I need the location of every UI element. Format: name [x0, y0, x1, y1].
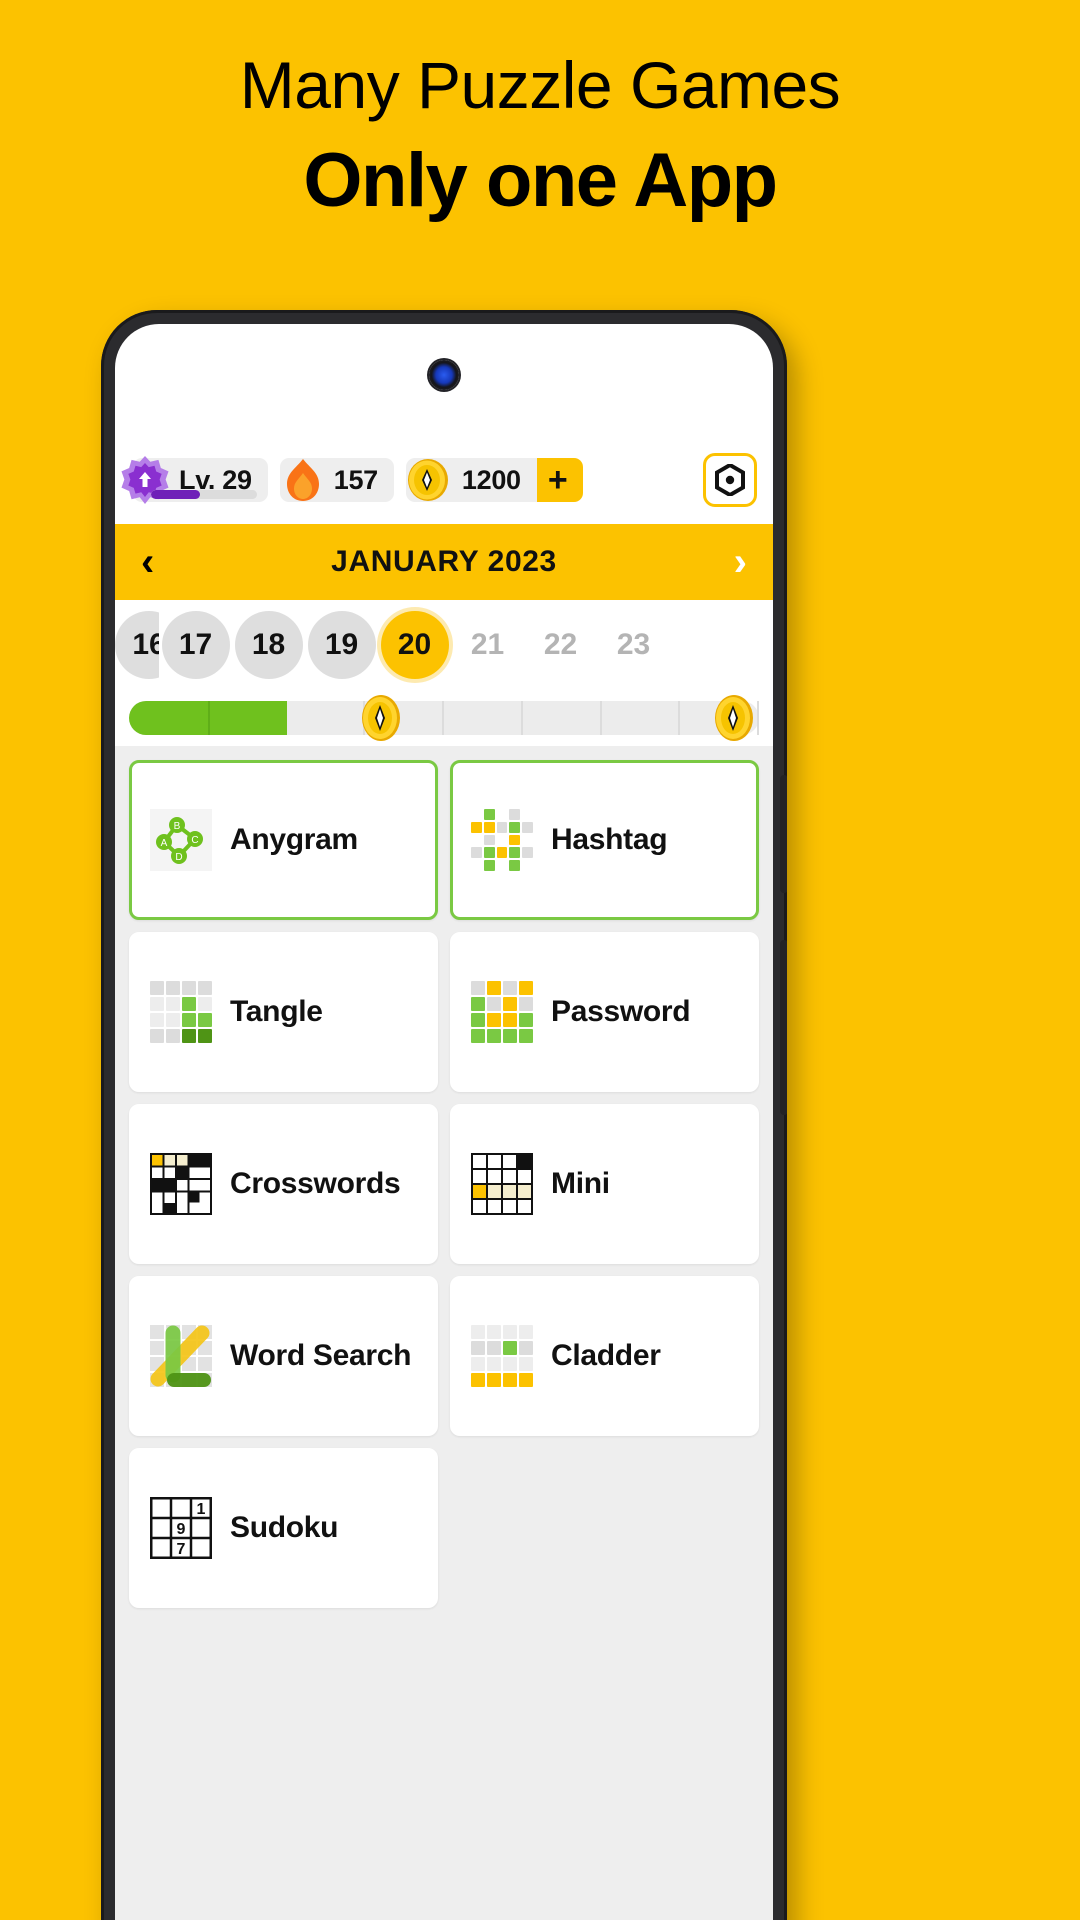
anygram-icon: BC AD	[150, 809, 212, 871]
svg-text:A: A	[161, 838, 168, 849]
headline-line-2: Only one App	[303, 138, 778, 223]
progress-segment	[287, 701, 366, 735]
game-card-label: Anygram	[230, 823, 358, 856]
game-card[interactable]: 1 9 7 Sudoku	[129, 1448, 438, 1608]
month-title: JANUARY 2023	[331, 545, 557, 578]
game-card[interactable]: Cladder	[450, 1276, 759, 1436]
day-label: 21	[470, 628, 505, 661]
progress-segment	[602, 701, 681, 735]
gear-hex-icon	[715, 464, 745, 496]
day-cell[interactable]: 16	[115, 610, 159, 680]
game-card-label: Mini	[551, 1167, 610, 1200]
cladder-icon	[471, 1325, 533, 1387]
svg-text:9: 9	[177, 1521, 186, 1538]
day-cell[interactable]: 21	[451, 610, 524, 680]
promo-headline: Many Puzzle Games Only one App	[0, 52, 1080, 222]
front-camera-icon	[429, 360, 459, 390]
game-card-label: Cladder	[551, 1339, 661, 1372]
day-label: 18	[234, 611, 303, 679]
game-card[interactable]: Tangle	[129, 932, 438, 1092]
day-strip[interactable]: 16 17 18 19 20 21 22 23	[115, 600, 773, 690]
game-card-label: Tangle	[230, 995, 323, 1028]
game-card[interactable]: Password	[450, 932, 759, 1092]
game-card-label: Crosswords	[230, 1167, 401, 1200]
day-label: 22	[543, 628, 578, 661]
day-label: 16	[115, 611, 159, 679]
game-card[interactable]: Crosswords	[129, 1104, 438, 1264]
progress-reward-coin-icon[interactable]	[360, 694, 402, 742]
svg-text:C: C	[191, 835, 198, 846]
game-card[interactable]: Mini	[450, 1104, 759, 1264]
coins-value: 1200	[461, 464, 521, 495]
day-cell[interactable]: 18	[232, 610, 305, 680]
flame-icon	[286, 459, 319, 501]
daily-progress	[115, 690, 773, 746]
game-card-label: Password	[551, 995, 691, 1028]
promo-screenshot: Many Puzzle Games Only one App Lv. 29 15…	[0, 0, 1080, 1920]
level-progress-bar	[151, 490, 257, 499]
hashtag-icon	[471, 809, 533, 871]
svg-text:B: B	[174, 821, 181, 832]
progress-reward-coin-icon[interactable]	[713, 694, 755, 742]
phone-power-button	[780, 940, 787, 1115]
next-month-button[interactable]: ›	[734, 542, 747, 582]
game-card-label: Hashtag	[551, 823, 668, 856]
progress-fill	[129, 701, 287, 735]
password-icon	[471, 981, 533, 1043]
day-label: 19	[307, 611, 376, 679]
game-card-label: Word Search	[230, 1339, 412, 1372]
mini-icon	[471, 1153, 533, 1215]
streak-pill[interactable]: 157	[279, 458, 394, 502]
day-cell[interactable]: 22	[524, 610, 597, 680]
progress-segment	[523, 701, 602, 735]
coins-pill[interactable]: 1200	[405, 458, 537, 502]
add-coins-button[interactable]: +	[532, 458, 583, 502]
sudoku-icon: 19 7	[149, 1496, 213, 1560]
game-card-label: Sudoku	[230, 1511, 339, 1544]
day-cell[interactable]: 20	[378, 610, 451, 680]
phone-mockup: Lv. 29 157 1200 + ‹ JANUARY 2023 › 16 17…	[101, 310, 787, 1920]
phone-volume-button	[780, 775, 787, 893]
games-grid: B C A D Anygram Hashtag Tangle Password Crosswor…	[115, 746, 773, 1920]
level-pill[interactable]: Lv. 29	[121, 456, 268, 504]
game-card[interactable]: B C A D Anygram	[129, 760, 438, 920]
coin-icon	[407, 459, 448, 501]
day-cell[interactable]: 17	[159, 610, 232, 680]
streak-value: 157	[333, 464, 378, 495]
game-card[interactable]: Word Search	[129, 1276, 438, 1436]
day-cell[interactable]: 23	[597, 610, 670, 680]
tangle-icon	[150, 981, 212, 1043]
day-label: 17	[161, 611, 230, 679]
month-navigation: ‹ JANUARY 2023 ›	[115, 524, 773, 600]
headline-line-1: Many Puzzle Games	[239, 48, 841, 122]
day-cell[interactable]: 19	[305, 610, 378, 680]
progress-track[interactable]	[129, 695, 759, 741]
settings-button[interactable]	[703, 453, 757, 507]
day-label: 23	[616, 628, 651, 661]
progress-segment	[444, 701, 523, 735]
svg-text:1: 1	[197, 1501, 206, 1518]
phone-screen: Lv. 29 157 1200 + ‹ JANUARY 2023 › 16 17…	[115, 324, 773, 1920]
word-search-icon	[150, 1325, 212, 1387]
day-label: 20	[380, 611, 449, 679]
prev-month-button[interactable]: ‹	[141, 542, 154, 582]
crosswords-icon	[150, 1153, 212, 1215]
svg-text:D: D	[175, 852, 182, 863]
stat-bar: Lv. 29 157 1200 +	[115, 442, 773, 518]
game-card[interactable]: Hashtag	[450, 760, 759, 920]
svg-text:7: 7	[177, 1541, 186, 1558]
